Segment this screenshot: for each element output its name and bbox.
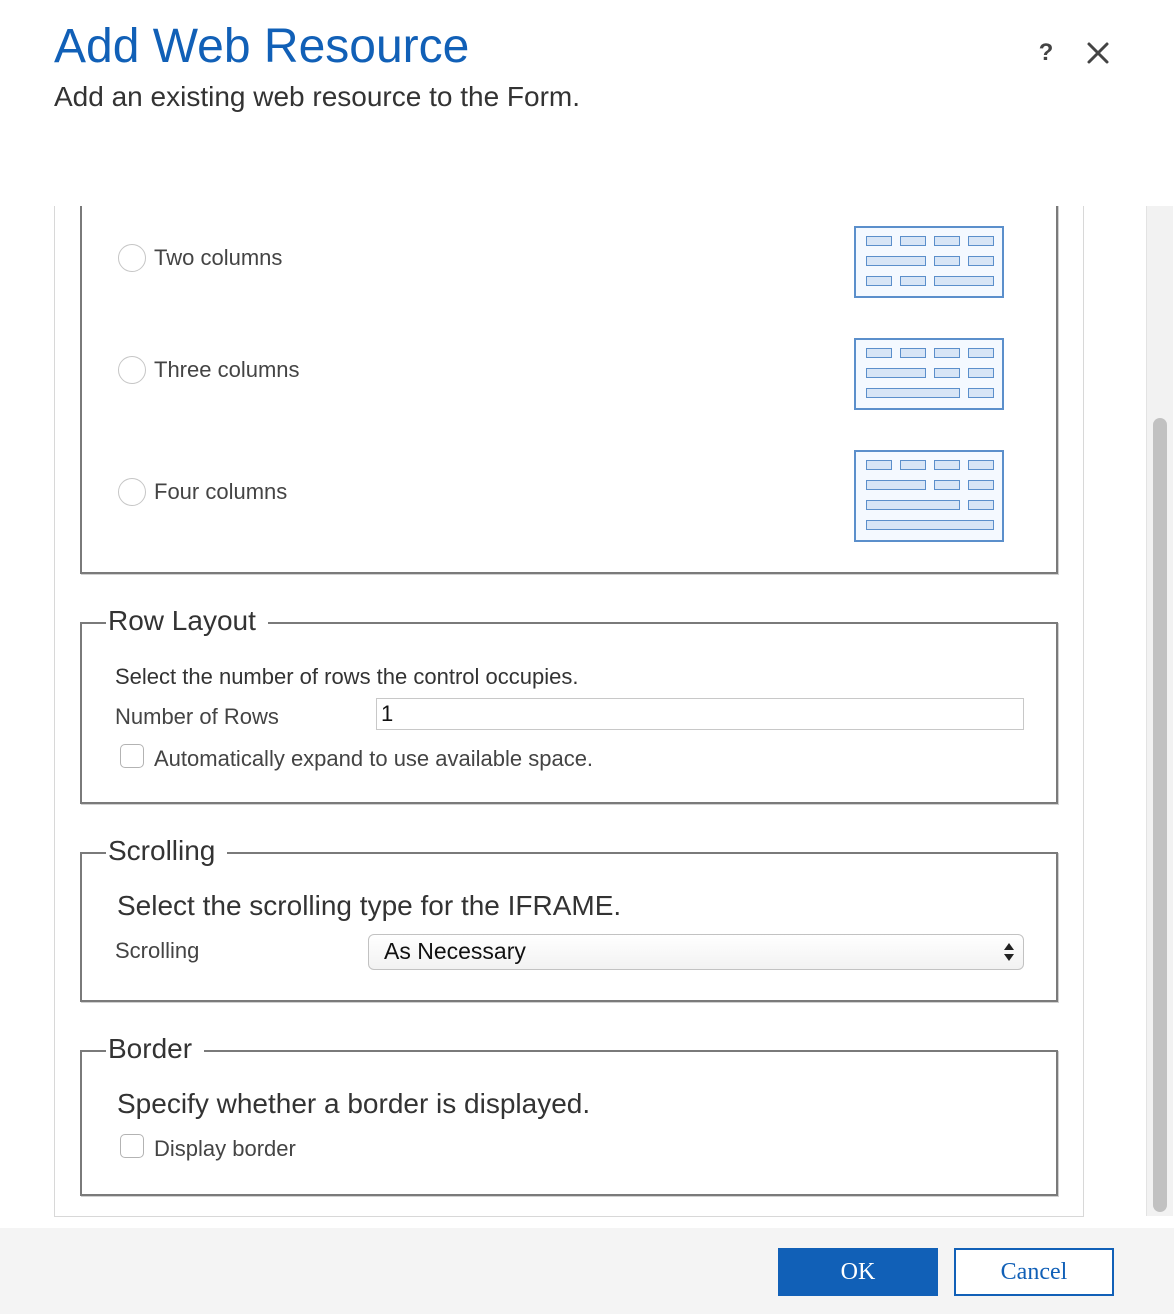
row-layout-legend: Row Layout <box>106 602 268 640</box>
scrolling-section: Scrolling Select the scrolling type for … <box>80 832 1058 1002</box>
display-border-label: Display border <box>154 1136 296 1161</box>
dialog-subtitle: Add an existing web resource to the Form… <box>54 81 581 112</box>
radio-label: Two columns <box>154 245 283 270</box>
properties-scroll-area: Two columns Three columns Four columns R… <box>54 206 1084 1217</box>
radio-button[interactable] <box>118 478 146 506</box>
column-layout-section: Two columns Three columns Four columns <box>80 206 1058 574</box>
three-columns-layout-icon <box>854 338 1004 410</box>
border-legend: Border <box>106 1030 205 1068</box>
radio-four-columns[interactable]: Four columns <box>118 478 287 506</box>
radio-label: Four columns <box>154 479 288 504</box>
number-of-rows-input[interactable] <box>376 698 1024 730</box>
close-button[interactable] <box>1085 40 1111 66</box>
scrolling-select-value: As Necessary <box>384 938 526 964</box>
border-description: Specify whether a border is displayed. <box>117 1088 591 1119</box>
dialog-title: Add Web Resource <box>54 20 470 73</box>
two-columns-layout-icon <box>854 226 1004 298</box>
scrolling-legend: Scrolling <box>106 832 228 870</box>
four-columns-layout-icon <box>854 450 1004 542</box>
border-section: Border Specify whether a border is displ… <box>80 1030 1058 1196</box>
help-button[interactable]: ? <box>1034 38 1058 68</box>
row-layout-description: Select the number of rows the control oc… <box>115 664 579 689</box>
scrolling-select[interactable]: As Necessary <box>368 934 1024 970</box>
display-border-checkbox[interactable] <box>120 1134 144 1158</box>
auto-expand-checkbox[interactable] <box>120 744 144 768</box>
ok-button[interactable]: OK <box>778 1248 938 1296</box>
cancel-button[interactable]: Cancel <box>954 1248 1114 1296</box>
scrolling-description: Select the scrolling type for the IFRAME… <box>117 890 622 921</box>
number-of-rows-label: Number of Rows <box>115 704 279 729</box>
close-icon <box>1087 42 1109 64</box>
radio-label: Three columns <box>154 357 300 382</box>
radio-two-columns[interactable]: Two columns <box>118 244 282 272</box>
radio-button[interactable] <box>118 244 146 272</box>
auto-expand-label: Automatically expand to use available sp… <box>154 746 594 771</box>
scrolling-label: Scrolling <box>115 938 200 963</box>
radio-three-columns[interactable]: Three columns <box>118 356 300 384</box>
radio-button[interactable] <box>118 356 146 384</box>
row-layout-section: Row Layout Select the number of rows the… <box>80 602 1058 804</box>
select-arrows-icon <box>1004 943 1014 961</box>
scrollbar-thumb[interactable] <box>1153 418 1167 1212</box>
